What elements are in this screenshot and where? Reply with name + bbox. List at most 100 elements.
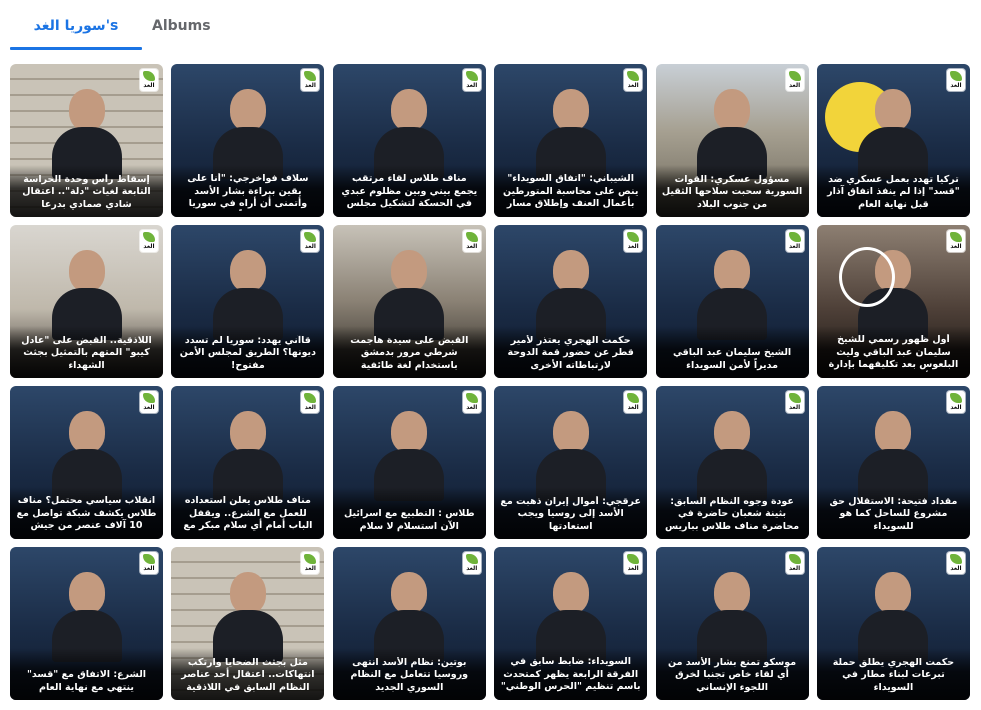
photo-tile[interactable]: الغد الشيباني: "اتفاق السويداء" ينص على م… (494, 64, 648, 217)
tab-albums-label: Albums (152, 18, 211, 34)
al-ghad-logo-icon: الغد (301, 230, 320, 252)
photo-caption: اللاذقية.. القبض على "عادل كيبو" المتهم … (21, 334, 152, 371)
photo-caption: إسقاط رأس وحدة الحراسة التابعة لغياث "دل… (22, 173, 151, 210)
al-ghad-logo-icon: الغد (462, 391, 481, 413)
tab-photos[interactable]: سوريا الغد's Photos (10, 0, 142, 86)
al-ghad-logo-icon: الغد (946, 69, 965, 91)
caption-overlay: قاآني يهدد: سوريا لم تسدد ديونها؟ الطريق… (171, 326, 325, 378)
caption-overlay: حكمت الهجري يعتذر لأمير قطر عن حضور قمة … (494, 326, 648, 378)
caption-overlay: مثل بجثث الضحايا وارتكب انتهاكات.. اعتقا… (171, 648, 325, 700)
photo-caption: مناف طلاس يعلن استعداده للعمل مع الشرع..… (183, 495, 313, 533)
caption-overlay: طلاس : التطبيع مع اسرائيل الآن استسلام ل… (332, 487, 486, 539)
photo-tile[interactable]: الغد السويداء: ضابط سابق في الفرقة الرابع… (494, 547, 648, 700)
active-tab-underline (10, 47, 142, 50)
photos-tab-bar: سوريا الغد's Photos Albums (0, 0, 981, 86)
photo-tile[interactable]: الغد حكمت الهجري يعتذر لأمير قطر عن حضور … (494, 225, 648, 378)
caption-overlay: عودة وجوه النظام السابق: بثينة شعبان حاض… (655, 487, 809, 539)
photo-tile[interactable]: الغد إسقاط رأس وحدة الحراسة التابعة لغياث… (10, 64, 163, 217)
caption-overlay: السويداء: ضابط سابق في الفرقة الرابعة يظ… (494, 648, 648, 700)
al-ghad-logo-icon: الغد (946, 391, 965, 413)
al-ghad-logo-icon: الغد (785, 552, 804, 574)
al-ghad-logo-icon: الغد (946, 552, 965, 574)
al-ghad-logo-icon: الغد (785, 230, 804, 252)
al-ghad-logo-icon: الغد (462, 552, 481, 574)
photo-caption: عودة وجوه النظام السابق: بثينة شعبان حاض… (665, 495, 800, 532)
al-ghad-logo-icon: الغد (140, 69, 158, 91)
photo-tile[interactable]: الغد أول ظهور رسمي للشيخ سليمان عبد الباق… (816, 225, 970, 378)
photo-caption: عرقجي: أموال إيران ذهبت مع الأسد إلى روس… (500, 495, 641, 532)
caption-overlay: حكمت الهجري يطلق حملة تبرعات لبناء مطار … (816, 648, 970, 700)
photo-caption: أول ظهور رسمي للشيخ سليمان عبد الباقي ول… (828, 334, 959, 372)
photo-tile[interactable]: الغد انقلاب سياسي محتمل؟ مناف طلاس يكشف ش… (10, 386, 163, 539)
photo-caption: قاآني يهدد: سوريا لم تسدد ديونها؟ الطريق… (179, 334, 316, 371)
photo-caption: حكمت الهجري يطلق حملة تبرعات لبناء مطار … (832, 656, 955, 693)
photo-tile[interactable]: الغد الشيخ سليمان عبد الباقي مديراً لأمن … (655, 225, 809, 378)
caption-overlay: مناف طلاس لقاء مرتقب يجمع بيني وبين مظلو… (332, 165, 486, 217)
al-ghad-logo-icon: الغد (624, 552, 643, 574)
photo-tile[interactable]: الغد القبض على سيدة هاجمت شرطي مرور بدمشق… (332, 225, 486, 378)
caption-overlay: القبض على سيدة هاجمت شرطي مرور بدمشق باس… (332, 326, 486, 378)
caption-overlay: الشرع: الاتفاق مع "قسد" ينتهي مع نهاية ا… (10, 648, 163, 700)
photo-caption: تركيا تهدد بعمل عسكري ضد "قسد" إذا لم ين… (827, 173, 960, 210)
caption-overlay: الشيباني: "اتفاق السويداء" ينص على محاسب… (494, 165, 648, 217)
photo-caption: سلاف فواخرجي: "أنا على يقين ببراءة بشار … (187, 173, 309, 211)
photo-tile[interactable]: الغد عودة وجوه النظام السابق: بثينة شعبان… (655, 386, 809, 539)
photo-tile[interactable]: الغد مقداد فتيحة: الاستقلال حق مشروع للسا… (816, 386, 970, 539)
photo-caption: مسؤول عسكري: القوات السورية سحبت سلاحها … (661, 173, 803, 210)
photo-caption: الشيخ سليمان عبد الباقي مديراً لأمن السو… (672, 347, 792, 371)
photo-tile[interactable]: الغد مسؤول عسكري: القوات السورية سحبت سلا… (655, 64, 809, 217)
al-ghad-logo-icon: الغد (140, 230, 158, 252)
caption-overlay: بوتين: نظام الأسد انتهى وروسيا تتعامل مع… (332, 648, 486, 700)
highlight-circle (838, 247, 895, 307)
photo-tile[interactable]: الغد الشرع: الاتفاق مع "قسد" ينتهي مع نها… (10, 547, 163, 700)
caption-overlay: أول ظهور رسمي للشيخ سليمان عبد الباقي ول… (816, 326, 970, 378)
al-ghad-logo-icon: الغد (462, 69, 481, 91)
al-ghad-logo-icon: الغد (624, 69, 643, 91)
photo-caption: مقداد فتيحة: الاستقلال حق مشروع للساحل ك… (829, 495, 958, 532)
caption-overlay: موسكو تمنع بشار الأسد من أي لقاء خاص تجن… (655, 648, 809, 700)
photo-tile[interactable]: الغد اللاذقية.. القبض على "عادل كيبو" الم… (10, 225, 163, 378)
caption-overlay: انقلاب سياسي محتمل؟ مناف طلاس يكشف شبكة … (10, 487, 163, 539)
caption-overlay: تركيا تهدد بعمل عسكري ضد "قسد" إذا لم ين… (816, 165, 970, 217)
caption-overlay: مناف طلاس يعلن استعداده للعمل مع الشرع..… (171, 487, 325, 539)
photo-caption: حكمت الهجري يعتذر لأمير قطر عن حضور قمة … (507, 334, 634, 371)
photo-caption: مثل بجثث الضحايا وارتكب انتهاكات.. اعتقا… (181, 656, 315, 693)
al-ghad-logo-icon: الغد (624, 230, 643, 252)
al-ghad-logo-icon: الغد (462, 230, 481, 252)
photo-caption: بوتين: نظام الأسد انتهى وروسيا تتعامل مع… (350, 656, 469, 693)
al-ghad-logo-icon: الغد (301, 552, 320, 574)
al-ghad-logo-icon: الغد (785, 391, 804, 413)
al-ghad-logo-icon: الغد (301, 391, 320, 413)
caption-overlay: مقداد فتيحة: الاستقلال حق مشروع للساحل ك… (816, 487, 970, 539)
photo-tile[interactable]: الغد قاآني يهدد: سوريا لم تسدد ديونها؟ ال… (171, 225, 325, 378)
al-ghad-logo-icon: الغد (140, 552, 158, 574)
photo-tile[interactable]: الغد عرقجي: أموال إيران ذهبت مع الأسد إلى… (494, 386, 648, 539)
al-ghad-logo-icon: الغد (946, 230, 965, 252)
al-ghad-logo-icon: الغد (301, 69, 320, 91)
caption-overlay: سلاف فواخرجي: "أنا على يقين ببراءة بشار … (171, 165, 325, 217)
photo-tile[interactable]: الغد مثل بجثث الضحايا وارتكب انتهاكات.. ا… (171, 547, 325, 700)
photo-caption: انقلاب سياسي محتمل؟ مناف طلاس يكشف شبكة … (16, 495, 157, 533)
photo-tile[interactable]: الغد مناف طلاس يعلن استعداده للعمل مع الش… (171, 386, 325, 539)
photo-caption: القبض على سيدة هاجمت شرطي مرور بدمشق باس… (350, 334, 469, 371)
tab-albums[interactable]: Albums (152, 0, 211, 50)
photo-caption: السويداء: ضابط سابق في الفرقة الرابعة يظ… (500, 656, 641, 694)
photo-tile[interactable]: الغد بوتين: نظام الأسد انتهى وروسيا تتعام… (332, 547, 486, 700)
caption-overlay: الشيخ سليمان عبد الباقي مديراً لأمن السو… (655, 326, 809, 378)
photo-tile[interactable]: الغد مناف طلاس لقاء مرتقب يجمع بيني وبين … (332, 64, 486, 217)
photo-tile[interactable]: الغد تركيا تهدد بعمل عسكري ضد "قسد" إذا ل… (816, 64, 970, 217)
photo-grid: الغد إسقاط رأس وحدة الحراسة التابعة لغياث… (10, 64, 970, 700)
photo-tile[interactable]: الغد سلاف فواخرجي: "أنا على يقين ببراءة ب… (171, 64, 325, 217)
photo-caption: موسكو تمنع بشار الأسد من أي لقاء خاص تجن… (668, 656, 797, 693)
photo-caption: مناف طلاس لقاء مرتقب يجمع بيني وبين مظلو… (341, 173, 478, 211)
al-ghad-logo-icon: الغد (624, 391, 643, 413)
caption-overlay: إسقاط رأس وحدة الحراسة التابعة لغياث "دل… (10, 165, 163, 217)
photo-tile[interactable]: الغد حكمت الهجري يطلق حملة تبرعات لبناء م… (816, 547, 970, 700)
photo-tile[interactable]: الغد طلاس : التطبيع مع اسرائيل الآن استسل… (332, 386, 486, 539)
al-ghad-logo-icon: الغد (140, 391, 158, 413)
caption-overlay: اللاذقية.. القبض على "عادل كيبو" المتهم … (10, 326, 163, 378)
photo-caption: الشرع: الاتفاق مع "قسد" ينتهي مع نهاية ا… (26, 669, 147, 693)
photo-tile[interactable]: الغد موسكو تمنع بشار الأسد من أي لقاء خاص… (655, 547, 809, 700)
al-ghad-logo-icon: الغد (785, 69, 804, 91)
photo-caption: طلاس : التطبيع مع اسرائيل الآن استسلام ل… (344, 508, 475, 532)
